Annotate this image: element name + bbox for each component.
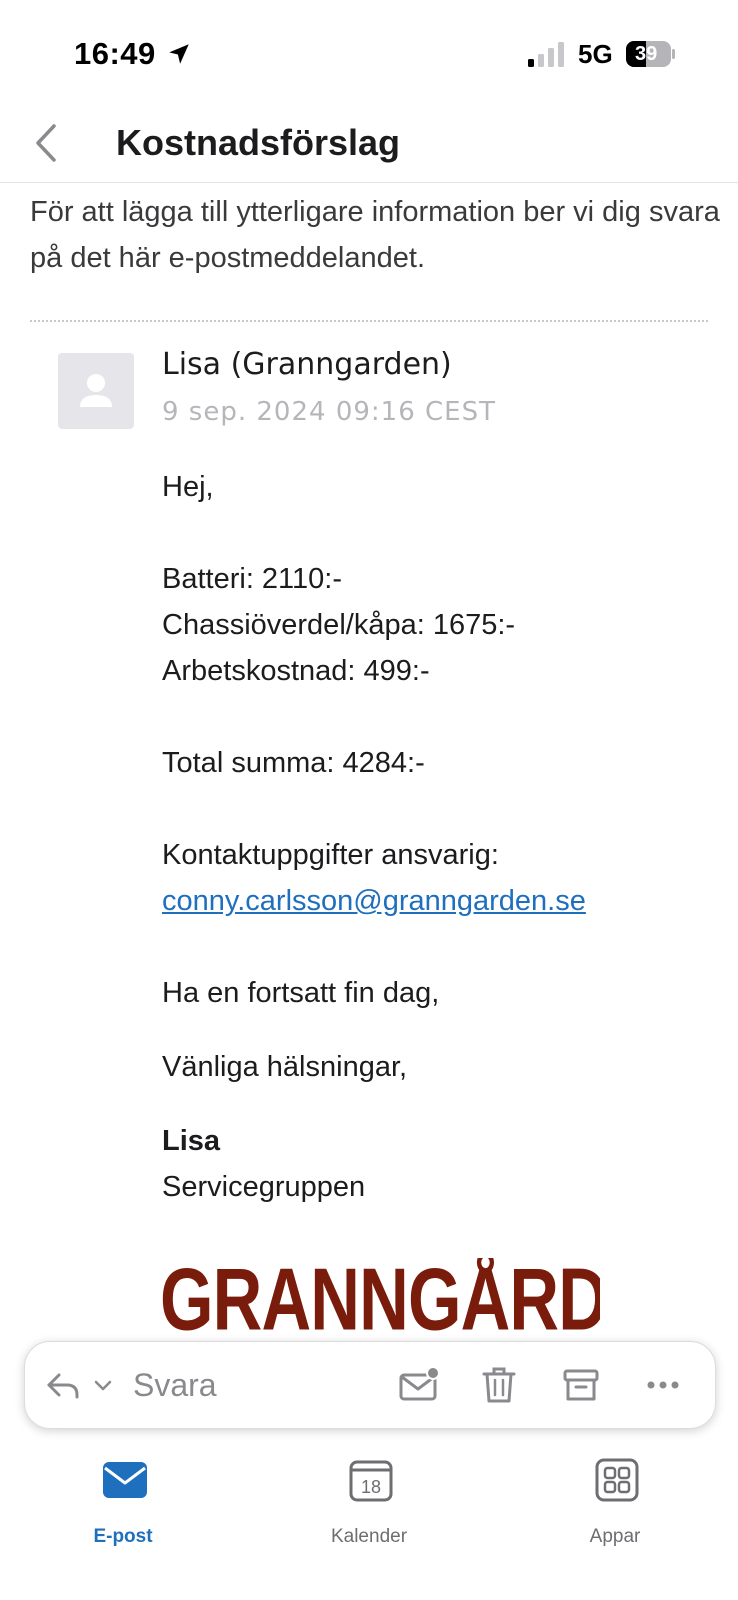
contact-label: Kontaktuppgifter ansvarig:	[162, 839, 499, 871]
cost-item: Arbetskostnad: 499:-	[162, 655, 430, 687]
status-bar: 16:49 5G 39	[0, 0, 738, 100]
back-chevron-icon[interactable]	[26, 118, 66, 168]
regards-line: Vänliga hälsningar,	[162, 1051, 408, 1083]
reply-toolbar: Svara	[24, 1341, 716, 1429]
granngarden-logo: GRANNGÅRDEN	[160, 1258, 600, 1333]
page-title: Kostnadsförslag	[116, 122, 401, 163]
calendar-day: 18	[361, 1477, 381, 1497]
closing-line: Ha en fortsatt fin dag,	[162, 977, 440, 1009]
more-icon[interactable]	[643, 1363, 683, 1407]
tab-apps-label: Appar	[589, 1526, 641, 1547]
email-content[interactable]: För att lägga till ytterligare informati…	[0, 183, 738, 1333]
mail-icon	[103, 1462, 147, 1498]
greeting: Hej,	[162, 471, 214, 503]
chevron-down-icon[interactable]	[91, 1363, 115, 1407]
cost-item: Batteri: 2110:-	[162, 563, 343, 595]
email-header: Kostnadsförslag	[0, 100, 738, 183]
signature-team: Servicegruppen	[162, 1171, 366, 1203]
cost-item: Chassiöverdel/kåpa: 1675:-	[162, 609, 516, 641]
status-time: 16:49	[74, 36, 156, 71]
network-type: 5G	[578, 39, 613, 69]
mark-unread-icon[interactable]	[397, 1363, 441, 1407]
tab-mail-label: E-post	[93, 1526, 153, 1547]
tab-calendar-label: Kalender	[330, 1526, 408, 1547]
reply-button[interactable]: Svara	[133, 1363, 217, 1407]
reply-icon[interactable]	[43, 1363, 83, 1407]
sender-avatar[interactable]	[58, 353, 134, 429]
contact-email-link[interactable]: conny.carlsson@granngarden.se	[162, 885, 586, 918]
apps-grid-icon	[595, 1458, 639, 1502]
sent-date: 9 sep. 2024 09:16 CEST	[162, 397, 496, 427]
total-sum: Total summa: 4284:-	[162, 747, 425, 779]
tab-apps[interactable]: Appar	[535, 1456, 695, 1566]
location-arrow-icon	[169, 44, 189, 64]
logo-text: GRANNGÅRDEN	[160, 1258, 600, 1333]
archive-icon[interactable]	[561, 1363, 601, 1407]
tab-calendar[interactable]: 18 Kalender	[289, 1456, 449, 1566]
tab-mail[interactable]: E-post	[43, 1456, 203, 1566]
tab-bar: E-post 18 Kalender Appar	[0, 1440, 738, 1600]
trash-icon[interactable]	[479, 1363, 519, 1407]
message-divider	[30, 320, 708, 322]
person-icon	[80, 374, 112, 407]
cellular-signal-icon	[528, 42, 564, 67]
battery-level: 39	[635, 43, 658, 65]
calendar-icon: 18	[349, 1460, 393, 1502]
signature-name: Lisa	[162, 1125, 221, 1157]
sender-name[interactable]: Lisa (Granngarden)	[162, 347, 452, 382]
reply-info-text: För att lägga till ytterligare informati…	[30, 196, 720, 274]
